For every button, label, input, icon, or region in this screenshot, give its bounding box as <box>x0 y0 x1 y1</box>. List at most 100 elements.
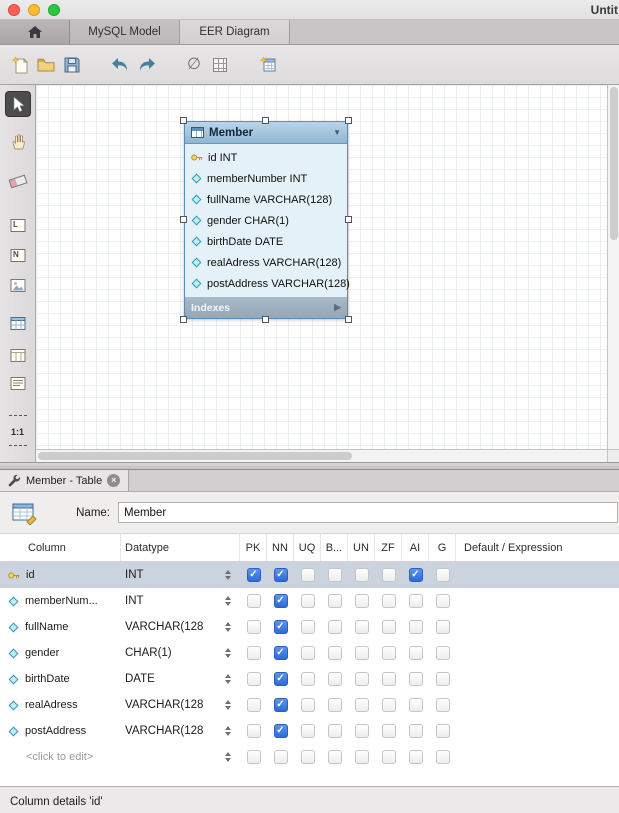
checkbox-g[interactable] <box>436 646 450 660</box>
view-tool[interactable] <box>10 349 25 362</box>
image-tool[interactable] <box>10 279 25 292</box>
column-row[interactable]: postAddressVARCHAR(128✓ <box>0 718 619 744</box>
table-tool[interactable] <box>10 317 25 330</box>
datatype-stepper[interactable] <box>225 570 231 580</box>
checkbox-pk[interactable] <box>247 646 261 660</box>
checkbox-binary[interactable] <box>328 594 342 608</box>
checkbox-un[interactable] <box>355 724 369 738</box>
header-datatype[interactable]: Datatype <box>121 534 240 561</box>
grid-toggle-button[interactable] <box>208 52 232 78</box>
panel-splitter[interactable] <box>0 462 619 470</box>
selection-handle[interactable] <box>345 216 352 223</box>
default-expression-cell[interactable] <box>456 718 619 744</box>
default-expression-cell[interactable] <box>456 666 619 692</box>
checkbox-ai[interactable]: ✓ <box>409 568 423 582</box>
datatype-stepper[interactable] <box>225 752 231 762</box>
checkbox-g[interactable] <box>436 620 450 634</box>
editor-tab-member-table[interactable]: Member - Table × <box>0 470 129 491</box>
home-tab[interactable] <box>0 20 70 44</box>
routine-group-tool[interactable] <box>10 377 25 390</box>
note-tool[interactable]: N <box>10 249 25 262</box>
checkbox-g[interactable] <box>436 594 450 608</box>
checkbox-un[interactable] <box>355 698 369 712</box>
header-un[interactable]: UN <box>348 534 375 561</box>
selection-handle[interactable] <box>345 316 352 323</box>
column-row[interactable]: birthDateDATE✓ <box>0 666 619 692</box>
diagram-canvas[interactable]: Member ▼ id INTmemberNumber INTfullName … <box>36 85 619 462</box>
checkbox-binary[interactable] <box>328 672 342 686</box>
checkbox-ai[interactable] <box>409 672 423 686</box>
default-expression-cell[interactable] <box>456 692 619 718</box>
checkbox-ai[interactable] <box>409 724 423 738</box>
checkbox-uq[interactable] <box>301 594 315 608</box>
checkbox-un[interactable] <box>355 750 369 764</box>
default-expression-cell[interactable] <box>456 640 619 666</box>
canvas-horizontal-scrollbar[interactable] <box>36 449 607 462</box>
checkbox-uq[interactable] <box>301 698 315 712</box>
tab-mysql-model[interactable]: MySQL Model <box>70 20 180 44</box>
default-expression-cell[interactable] <box>456 562 619 588</box>
checkbox-binary[interactable] <box>328 646 342 660</box>
checkbox-un[interactable] <box>355 568 369 582</box>
header-g[interactable]: G <box>429 534 456 561</box>
layer-tool[interactable]: L <box>10 219 25 232</box>
checkbox-ai[interactable] <box>409 646 423 660</box>
checkbox-un[interactable] <box>355 672 369 686</box>
column-row[interactable]: realAdressVARCHAR(128✓ <box>0 692 619 718</box>
diagram-field[interactable]: realAdress VARCHAR(128) <box>185 252 347 273</box>
checkbox-pk[interactable] <box>247 594 261 608</box>
checkbox-nn[interactable]: ✓ <box>274 594 288 608</box>
scrollbar-thumb[interactable] <box>38 452 352 460</box>
datatype-cell[interactable]: CHAR(1) <box>121 640 240 666</box>
checkbox-zf[interactable] <box>382 672 396 686</box>
close-window-button[interactable] <box>8 4 20 16</box>
checkbox-pk[interactable] <box>247 620 261 634</box>
datatype-cell[interactable]: VARCHAR(128 <box>121 614 240 640</box>
checkbox-ai[interactable] <box>409 750 423 764</box>
scrollbar-thumb[interactable] <box>610 87 618 240</box>
diagram-table-member[interactable]: Member ▼ id INTmemberNumber INTfullName … <box>184 121 348 319</box>
datatype-stepper[interactable] <box>225 700 231 710</box>
checkbox-g[interactable] <box>436 672 450 686</box>
checkbox-zf[interactable] <box>382 620 396 634</box>
eraser-tool[interactable] <box>9 177 26 186</box>
relationship-tool-dash-2[interactable] <box>9 445 27 446</box>
checkbox-pk[interactable] <box>247 750 261 764</box>
checkbox-uq[interactable] <box>301 620 315 634</box>
checkbox-g[interactable] <box>436 724 450 738</box>
datatype-cell[interactable]: INT <box>121 588 240 614</box>
relationship-1-1-tool[interactable]: 1:1 <box>11 427 24 437</box>
column-row[interactable]: idINT✓✓✓ <box>0 562 619 588</box>
checkbox-pk[interactable]: ✓ <box>247 568 261 582</box>
datatype-cell[interactable]: INT <box>121 562 240 588</box>
default-expression-cell[interactable] <box>456 588 619 614</box>
selection-handle[interactable] <box>180 316 187 323</box>
diagram-indexes-section[interactable]: Indexes ▶ <box>185 297 347 318</box>
header-column[interactable]: Column <box>0 534 121 561</box>
tab-eer-diagram[interactable]: EER Diagram <box>180 20 290 44</box>
checkbox-uq[interactable] <box>301 750 315 764</box>
datatype-cell[interactable]: VARCHAR(128 <box>121 692 240 718</box>
header-binary[interactable]: B... <box>321 534 348 561</box>
checkbox-nn[interactable]: ✓ <box>274 568 288 582</box>
default-expression-cell[interactable] <box>456 614 619 640</box>
new-table-button[interactable] <box>256 52 280 78</box>
diagram-field[interactable]: gender CHAR(1) <box>185 210 347 231</box>
checkbox-pk[interactable] <box>247 672 261 686</box>
checkbox-g[interactable] <box>436 750 450 764</box>
minimize-window-button[interactable] <box>28 4 40 16</box>
checkbox-un[interactable] <box>355 620 369 634</box>
zoom-window-button[interactable] <box>48 4 60 16</box>
header-nn[interactable]: NN <box>267 534 294 561</box>
checkbox-uq[interactable] <box>301 672 315 686</box>
checkbox-uq[interactable] <box>301 724 315 738</box>
header-ai[interactable]: AI <box>402 534 429 561</box>
column-name-cell[interactable]: fullName <box>0 614 121 640</box>
column-row[interactable]: fullNameVARCHAR(128✓ <box>0 614 619 640</box>
column-name-cell[interactable]: birthDate <box>0 666 121 692</box>
datatype-cell[interactable]: DATE <box>121 666 240 692</box>
checkbox-zf[interactable] <box>382 724 396 738</box>
checkbox-g[interactable] <box>436 568 450 582</box>
collapse-caret-icon[interactable]: ▼ <box>333 128 341 137</box>
diagram-field[interactable]: memberNumber INT <box>185 168 347 189</box>
